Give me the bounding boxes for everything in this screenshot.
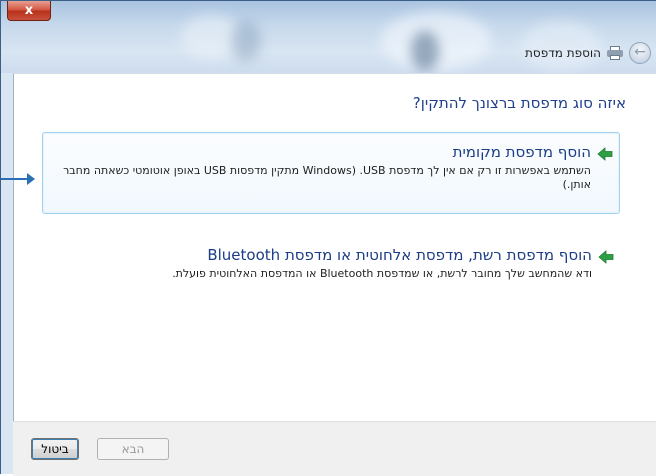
- cancel-button[interactable]: ביטול: [31, 438, 79, 460]
- option-description: השתמש באפשרות זו רק אם אין לך מדפסת USB.…: [63, 164, 591, 191]
- next-button[interactable]: הבא: [97, 438, 169, 460]
- header-nav: ← הוספת מדפסת: [525, 41, 651, 65]
- back-arrow-icon[interactable]: ←: [629, 42, 651, 64]
- callout-pointer-arrowhead: [27, 173, 35, 185]
- close-button[interactable]: x: [7, 1, 51, 21]
- option-title: הוסף מדפסת מקומית: [452, 143, 591, 161]
- title-bar: x ← הוספת מדפסת: [1, 1, 656, 73]
- wizard-content: איזה סוג מדפסת ברצונך להתקין? הוסף מדפסת…: [13, 73, 656, 422]
- green-arrow-icon: [597, 147, 613, 161]
- option-description: ודא שהמחשב שלך מחובר לרשת, או שמדפסת Blu…: [172, 267, 592, 280]
- page-question: איזה סוג מדפסת ברצונך להתקין?: [412, 94, 626, 112]
- add-local-printer-option[interactable]: הוסף מדפסת מקומית השתמש באפשרות זו רק אם…: [42, 132, 620, 214]
- window-title: הוספת מדפסת: [525, 46, 601, 60]
- printer-icon: [607, 46, 623, 60]
- green-arrow-icon: [598, 250, 614, 264]
- wizard-footer: ביטול הבא: [13, 421, 656, 476]
- option-title: הוסף מדפסת רשת, מדפסת אלחוטית או מדפסת B…: [207, 246, 592, 264]
- add-printer-window: x ← הוספת מדפסת איזה סוג מדפסת ברצונך לה…: [0, 0, 656, 476]
- add-network-printer-option[interactable]: הוסף מדפסת רשת, מדפסת אלחוטית או מדפסת B…: [42, 236, 620, 300]
